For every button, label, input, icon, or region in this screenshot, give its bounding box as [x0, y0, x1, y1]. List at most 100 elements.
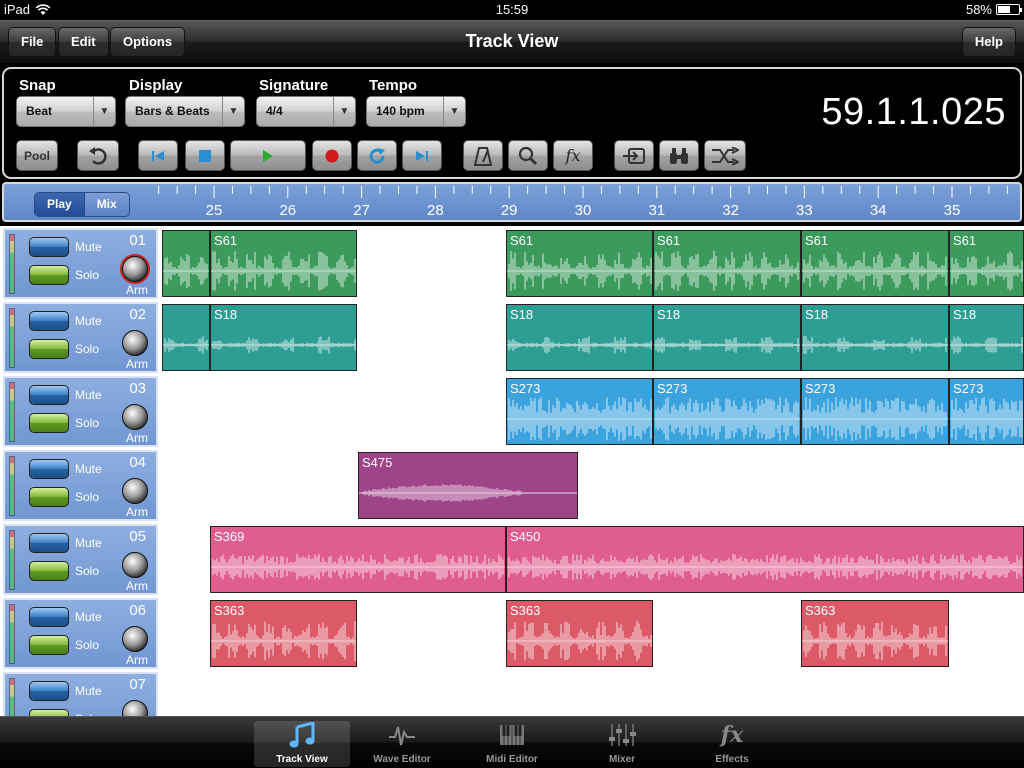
stop-button[interactable] — [185, 140, 225, 171]
audio-clip[interactable]: S273 — [949, 378, 1024, 445]
import-button[interactable] — [614, 140, 654, 171]
audio-clip[interactable]: S61 — [506, 230, 653, 297]
mute-button[interactable] — [29, 237, 69, 257]
track-header[interactable]: Mute Solo 02 Arm — [3, 302, 158, 373]
audio-clip[interactable]: S18 — [949, 304, 1024, 371]
fx-button[interactable]: fx — [553, 140, 593, 171]
mute-button[interactable] — [29, 533, 69, 553]
audio-clip[interactable]: S18 — [210, 304, 357, 371]
solo-button[interactable] — [29, 635, 69, 655]
audio-clip[interactable]: S363 — [506, 600, 653, 667]
loop-button[interactable] — [357, 140, 397, 171]
audio-clip[interactable] — [162, 230, 210, 297]
waveform — [654, 251, 800, 291]
audio-clip[interactable]: S61 — [210, 230, 357, 297]
snap-label: Snap — [19, 77, 56, 94]
fx-icon: fx — [565, 146, 581, 165]
solo-button[interactable] — [29, 709, 69, 716]
solo-button[interactable] — [29, 413, 69, 433]
arm-knob[interactable] — [122, 330, 148, 356]
track-header[interactable]: Mute Solo 04 Arm — [3, 450, 158, 521]
audio-clip[interactable]: S61 — [801, 230, 949, 297]
search-button[interactable] — [659, 140, 699, 171]
audio-clip[interactable]: S363 — [801, 600, 949, 667]
clock: 15:59 — [495, 2, 529, 17]
audio-clip[interactable]: S273 — [506, 378, 653, 445]
waveform — [507, 621, 652, 661]
arm-knob[interactable] — [122, 552, 148, 578]
audio-clip[interactable]: S273 — [801, 378, 949, 445]
audio-clip[interactable]: S273 — [653, 378, 801, 445]
tempo-label: Tempo — [369, 77, 418, 94]
audio-clip[interactable]: S18 — [801, 304, 949, 371]
track-header[interactable]: Mute Solo 01 Arm — [3, 228, 158, 299]
solo-label: Solo — [75, 342, 100, 356]
arm-knob[interactable] — [122, 700, 148, 716]
arm-knob[interactable] — [122, 478, 148, 504]
ruler-ticks: 25262728293031323334353 — [158, 186, 1008, 219]
track-header[interactable]: Mute Solo 06 Arm — [3, 598, 158, 669]
piano-keys-icon — [500, 725, 524, 745]
arm-knob[interactable] — [122, 404, 148, 430]
audio-clip[interactable]: S475 — [358, 452, 578, 519]
audio-clip[interactable] — [162, 304, 210, 371]
timeline-ruler[interactable]: 25262728293031323334353 Play Mix — [2, 182, 1022, 222]
play-icon — [263, 149, 273, 162]
arm-label: Arm — [126, 357, 148, 371]
play-button[interactable] — [230, 140, 306, 171]
tab-wave-editor[interactable]: Wave Editor — [354, 721, 450, 767]
audio-clip[interactable]: S61 — [653, 230, 801, 297]
audio-clip[interactable]: S18 — [653, 304, 801, 371]
arm-knob[interactable] — [122, 626, 148, 652]
fast-forward-button[interactable] — [402, 140, 442, 171]
audio-clip[interactable]: S369 — [210, 526, 506, 593]
audio-clip[interactable]: S450 — [506, 526, 1024, 593]
tab-effects[interactable]: fx Effects — [684, 721, 780, 767]
record-button[interactable] — [312, 140, 352, 171]
chevron-down-icon: ▼ — [333, 97, 355, 126]
arm-knob[interactable] — [122, 256, 148, 282]
zoom-button[interactable] — [508, 140, 548, 171]
audio-clip[interactable]: S61 — [949, 230, 1024, 297]
solo-button[interactable] — [29, 339, 69, 359]
audio-clip[interactable]: S363 — [210, 600, 357, 667]
chevron-down-icon: ▼ — [443, 97, 465, 126]
solo-button[interactable] — [29, 487, 69, 507]
track-area[interactable]: Mute Solo 01 Arm Mute Solo 02 Arm Mute Solo 03 Arm M… — [0, 226, 1024, 716]
display-dropdown[interactable]: Bars & Beats ▼ — [125, 96, 245, 127]
tab-mixer[interactable]: Mixer — [574, 721, 670, 767]
solo-button[interactable] — [29, 561, 69, 581]
tab-track-view[interactable]: Track View — [254, 721, 350, 767]
pool-button[interactable]: Pool — [16, 140, 58, 171]
track-header[interactable]: Mute Solo 03 Arm — [3, 376, 158, 447]
snap-dropdown[interactable]: Beat ▼ — [16, 96, 116, 127]
signature-dropdown[interactable]: 4/4 ▼ — [256, 96, 356, 127]
waveform — [507, 397, 652, 441]
mute-button[interactable] — [29, 607, 69, 627]
bar-number: 35 — [944, 202, 961, 219]
shuffle-button[interactable] — [704, 140, 746, 171]
mute-button[interactable] — [29, 681, 69, 701]
play-mode-button[interactable]: Play — [35, 193, 84, 216]
mute-button[interactable] — [29, 385, 69, 405]
level-meter — [9, 382, 15, 442]
view-mode-segmented-control[interactable]: Play Mix — [34, 192, 130, 217]
mix-mode-button[interactable]: Mix — [83, 193, 129, 216]
mute-button[interactable] — [29, 311, 69, 331]
rewind-button[interactable] — [138, 140, 178, 171]
page-title: Track View — [465, 31, 559, 51]
track-header[interactable]: MuteSolo07Arm — [3, 672, 158, 716]
metronome-button[interactable] — [463, 140, 503, 171]
signature-value: 4/4 — [266, 104, 283, 118]
audio-clip[interactable]: S18 — [506, 304, 653, 371]
bar-number: 31 — [648, 202, 665, 219]
waveform — [211, 251, 356, 291]
solo-button[interactable] — [29, 265, 69, 285]
track-header[interactable]: Mute Solo 05 Arm — [3, 524, 158, 595]
waveform — [507, 251, 652, 291]
help-button[interactable]: Help — [961, 27, 1016, 57]
undo-button[interactable] — [77, 140, 119, 171]
tempo-dropdown[interactable]: 140 bpm ▼ — [366, 96, 466, 127]
mute-button[interactable] — [29, 459, 69, 479]
tab-midi-editor[interactable]: Midi Editor — [464, 721, 560, 767]
